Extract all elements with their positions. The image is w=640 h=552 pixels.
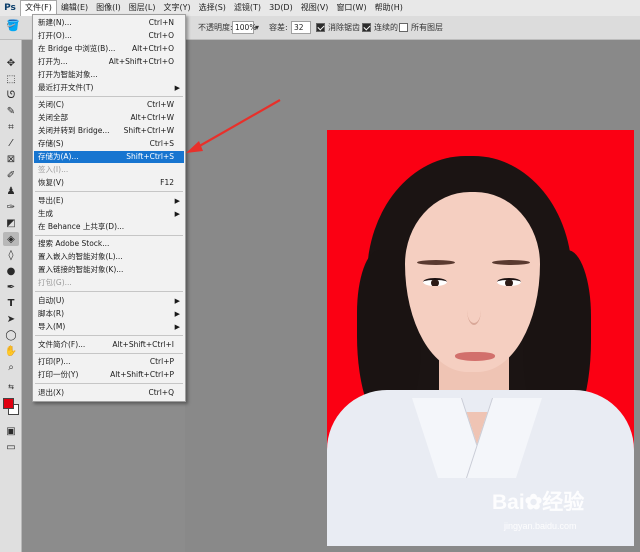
menu-item-open[interactable]: 打开(O)... Ctrl+O bbox=[34, 30, 184, 42]
quick-mask-icon[interactable]: ▣ bbox=[3, 424, 19, 438]
watermark-brand: Bai✿经验 bbox=[492, 491, 585, 514]
menu-item-open-as[interactable]: 打开为... Alt+Shift+Ctrl+O bbox=[34, 56, 184, 68]
tolerance-field[interactable]: 32 bbox=[291, 21, 311, 34]
menu-select[interactable]: 选择(S) bbox=[195, 0, 230, 16]
menu-item-automate[interactable]: 自动(U) ▶ bbox=[34, 295, 184, 307]
right-eye bbox=[497, 278, 521, 286]
menu-item-new[interactable]: 新建(N)... Ctrl+N bbox=[34, 17, 184, 29]
move-tool-icon[interactable]: ✥ bbox=[3, 56, 19, 70]
history-brush-icon[interactable]: ✑ bbox=[3, 200, 19, 214]
menu-item-checkin: 签入(I)... bbox=[38, 165, 69, 174]
menu-item-place-linked[interactable]: 置入链接的智能对象(K)... bbox=[34, 264, 184, 276]
right-eyebrow bbox=[492, 260, 530, 265]
menu-separator bbox=[35, 353, 183, 354]
antialias-checkbox[interactable] bbox=[316, 23, 325, 32]
menu-separator bbox=[35, 191, 183, 192]
foreground-color-swatch[interactable] bbox=[3, 398, 14, 409]
menu-item-export[interactable]: 导出(E) ▶ bbox=[34, 195, 184, 207]
menu-item-import[interactable]: 导入(M) ▶ bbox=[34, 321, 184, 333]
menu-3d[interactable]: 3D(D) bbox=[265, 0, 297, 16]
watermark-url: jingyan.baidu.com bbox=[504, 521, 577, 531]
menu-item-adobe-stock[interactable]: 搜索 Adobe Stock... bbox=[34, 238, 184, 250]
menu-separator bbox=[35, 291, 183, 292]
menu-item-close[interactable]: 关闭(C) Ctrl+W bbox=[34, 99, 184, 111]
contiguous-checkbox[interactable] bbox=[362, 23, 371, 32]
type-tool-icon[interactable]: T bbox=[3, 296, 19, 310]
menu-item-close-bridge[interactable]: 关闭并转到 Bridge... Shift+Ctrl+W bbox=[34, 125, 184, 137]
baidu-watermark: Bai✿经验 jingyan.baidu.com bbox=[492, 486, 640, 546]
paw-icon: ✿ bbox=[524, 491, 543, 514]
submenu-arrow-icon: ▶ bbox=[174, 297, 180, 305]
healing-tool-icon[interactable]: ⊠ bbox=[3, 152, 19, 166]
menu-item-place-embedded[interactable]: 置入嵌入的智能对象(L)... bbox=[34, 251, 184, 263]
opacity-field[interactable]: 100% bbox=[232, 21, 256, 34]
submenu-arrow-icon: ▶ bbox=[174, 310, 180, 318]
menu-item-bridge[interactable]: 在 Bridge 中浏览(B)... Alt+Ctrl+O bbox=[34, 43, 184, 55]
crop-tool-icon[interactable]: ⌗ bbox=[3, 120, 19, 134]
menu-item-exit[interactable]: 退出(X) Ctrl+Q bbox=[34, 387, 184, 399]
shape-tool-icon[interactable]: ◯ bbox=[3, 328, 19, 342]
lasso-tool-icon[interactable]: ᘎ bbox=[3, 88, 19, 102]
antialias-label: 消除锯齿 bbox=[328, 23, 360, 32]
menu-item-generate[interactable]: 生成 ▶ bbox=[34, 208, 184, 220]
left-eyebrow bbox=[417, 260, 455, 265]
opacity-label: 不透明度: bbox=[198, 23, 233, 32]
path-select-icon[interactable]: ➤ bbox=[3, 312, 19, 326]
menu-item-print-one[interactable]: 打印一份(Y) Alt+Shift+Ctrl+P bbox=[34, 369, 184, 381]
zoom-tool-icon[interactable]: ⌕ bbox=[3, 360, 19, 374]
menu-item-behance[interactable]: 在 Behance 上共享(D)... bbox=[34, 221, 184, 233]
dodge-tool-icon[interactable]: ● bbox=[3, 264, 19, 278]
menu-window[interactable]: 窗口(W) bbox=[332, 0, 370, 16]
eyedropper-tool-icon[interactable]: ⁄ bbox=[3, 136, 19, 150]
menu-item-print[interactable]: 打印(P)... Ctrl+P bbox=[34, 356, 184, 368]
ps-logo: Ps bbox=[0, 0, 20, 16]
menu-item-recent[interactable]: 最近打开文件(T) ▶ bbox=[34, 82, 184, 94]
quick-select-tool-icon[interactable]: ✎ bbox=[3, 104, 19, 118]
swap-colors-icon[interactable]: ⇆ bbox=[3, 380, 19, 394]
screen-mode-icon[interactable]: ▭ bbox=[3, 440, 19, 454]
menu-help[interactable]: 帮助(H) bbox=[371, 0, 407, 16]
tolerance-label: 容差: bbox=[269, 23, 288, 32]
pen-tool-icon[interactable]: ✒ bbox=[3, 280, 19, 294]
menu-item-package: 打包(G)... bbox=[38, 278, 72, 287]
all-layers-checkbox[interactable] bbox=[399, 23, 408, 32]
mouth bbox=[455, 352, 495, 361]
blur-tool-icon[interactable]: ◊ bbox=[3, 248, 19, 262]
menu-item-save[interactable]: 存储(S) Ctrl+S bbox=[34, 138, 184, 150]
submenu-arrow-icon: ▶ bbox=[174, 210, 180, 218]
marquee-tool-icon[interactable]: ⬚ bbox=[3, 72, 19, 86]
brush-tool-icon[interactable]: ✐ bbox=[3, 168, 19, 182]
menu-filter[interactable]: 滤镜(T) bbox=[230, 0, 265, 16]
nose bbox=[467, 295, 481, 325]
menu-item-open-smart[interactable]: 打开为智能对象... bbox=[34, 69, 184, 81]
menu-item-scripts[interactable]: 脚本(R) ▶ bbox=[34, 308, 184, 320]
eraser-tool-icon[interactable]: ◩ bbox=[3, 216, 19, 230]
stamp-tool-icon[interactable]: ♟ bbox=[3, 184, 19, 198]
menu-separator bbox=[35, 383, 183, 384]
submenu-arrow-icon: ▶ bbox=[174, 197, 180, 205]
file-menu-dropdown: 新建(N)... Ctrl+N 打开(O)... Ctrl+O 在 Bridge 中… bbox=[32, 14, 186, 402]
menu-separator bbox=[35, 235, 183, 236]
menu-separator bbox=[35, 96, 183, 97]
tools-panel: ✥ ⬚ ᘎ ✎ ⌗ ⁄ ⊠ ✐ ♟ ✑ ◩ ◈ ◊ ● ✒ T ➤ ◯ ✋ ⌕ … bbox=[0, 40, 22, 552]
all-layers-label: 所有图层 bbox=[411, 23, 443, 32]
hand-tool-icon[interactable]: ✋ bbox=[3, 344, 19, 358]
paint-bucket-tool-icon[interactable]: ◈ bbox=[3, 232, 19, 246]
menu-view[interactable]: 视图(V) bbox=[297, 0, 333, 16]
submenu-arrow-icon: ▶ bbox=[174, 323, 180, 331]
menu-item-save-as[interactable]: 存储为(A)... Shift+Ctrl+S bbox=[34, 151, 184, 163]
chevron-down-icon[interactable]: ▾ bbox=[255, 21, 259, 35]
menu-item-file-info[interactable]: 文件简介(F)... Alt+Shift+Ctrl+I bbox=[34, 339, 184, 351]
menu-item-revert[interactable]: 恢复(V) F12 bbox=[34, 177, 184, 189]
menu-item-close-all[interactable]: 关闭全部 Alt+Ctrl+W bbox=[34, 112, 184, 124]
paint-bucket-icon[interactable]: 🪣 bbox=[6, 19, 20, 33]
submenu-arrow-icon: ▶ bbox=[174, 84, 180, 92]
left-eye bbox=[423, 278, 447, 286]
menu-separator bbox=[35, 335, 183, 336]
contiguous-label: 连续的 bbox=[374, 23, 398, 32]
document-image bbox=[327, 130, 634, 546]
